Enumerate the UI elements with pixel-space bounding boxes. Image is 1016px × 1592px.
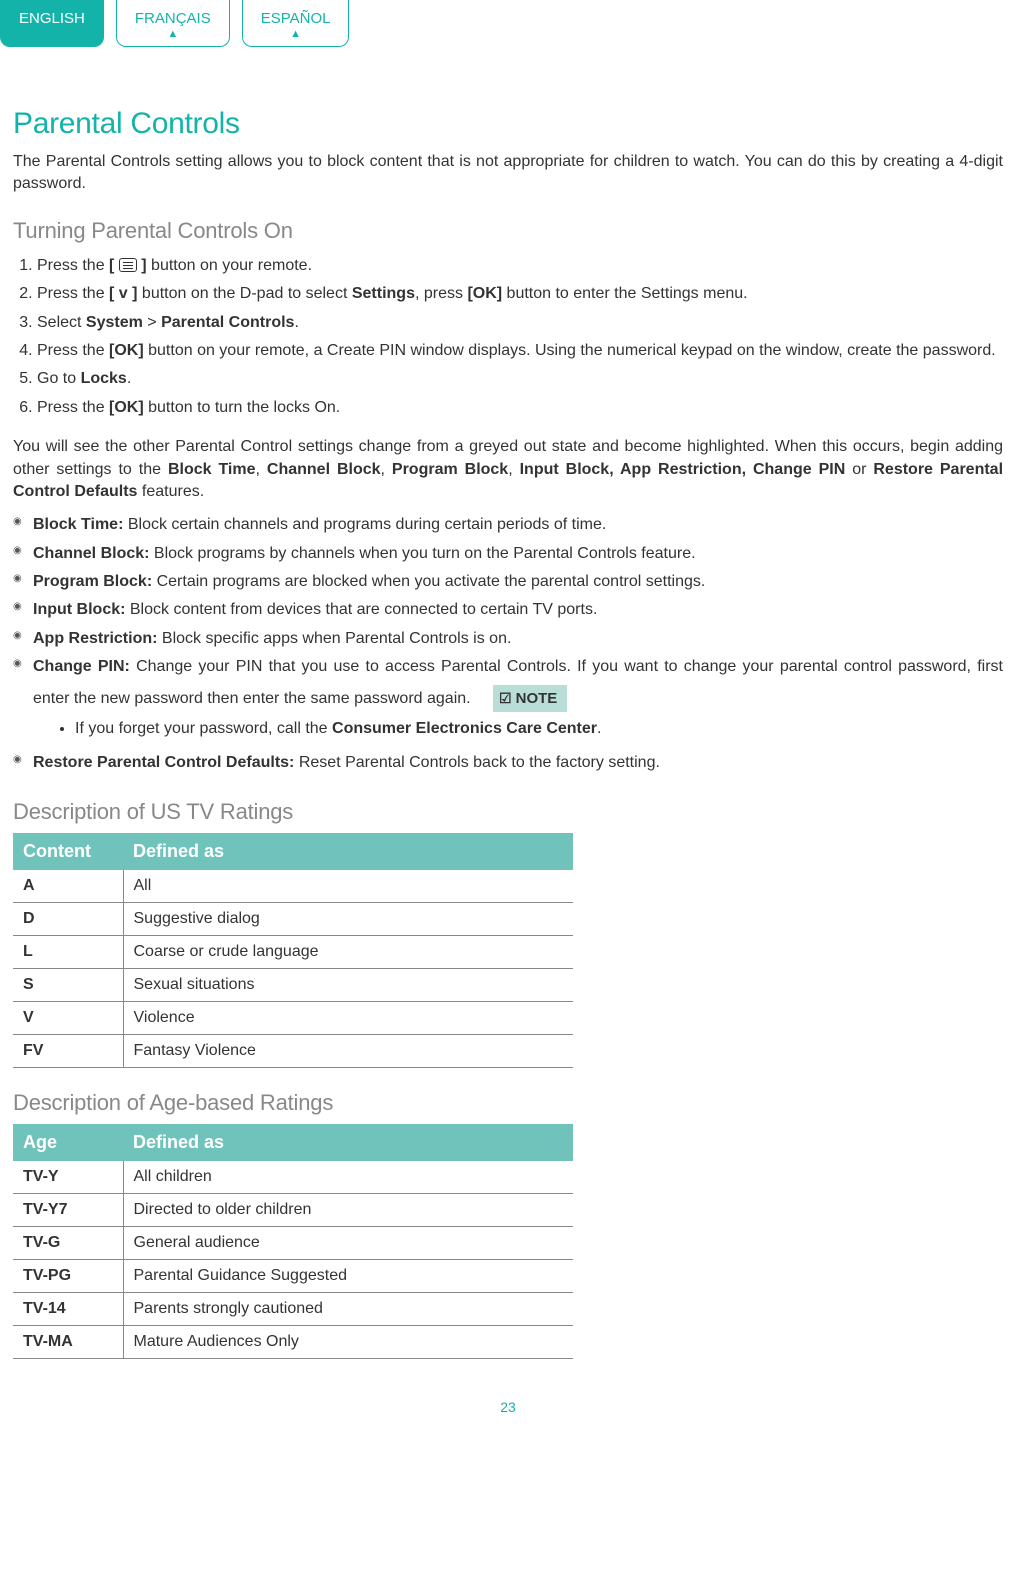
feature-app-restriction: App Restriction: Block specific apps whe… xyxy=(13,625,1003,653)
section-age-ratings: Description of Age-based Ratings xyxy=(13,1090,1003,1116)
page-number: 23 xyxy=(13,1399,1003,1415)
feature-program-block: Program Block: Certain programs are bloc… xyxy=(13,568,1003,596)
th-defined: Defined as xyxy=(123,1124,573,1161)
dropdown-arrow-icon: ▲ xyxy=(135,29,211,40)
tab-label: ENGLISH xyxy=(19,10,85,27)
table-row: DSuggestive dialog xyxy=(13,903,573,936)
tab-espanol[interactable]: ESPAÑOL ▲ xyxy=(242,0,350,47)
table-row: LCoarse or crude language xyxy=(13,936,573,969)
step-5: Go to Locks. xyxy=(37,365,1003,393)
page-content: Parental Controls The Parental Controls … xyxy=(0,47,1016,1455)
steps-list: Press the [ ] button on your remote. Pre… xyxy=(13,252,1003,422)
dropdown-arrow-icon: ▲ xyxy=(261,29,331,40)
age-ratings-table: Age Defined as TV-YAll children TV-Y7Dir… xyxy=(13,1124,573,1359)
language-tabs: ENGLISH ▲ FRANÇAIS ▲ ESPAÑOL ▲ xyxy=(0,0,1016,47)
step-4: Press the [OK] button on your remote, a … xyxy=(37,337,1003,365)
after-steps-text: You will see the other Parental Control … xyxy=(13,436,1003,503)
step-1: Press the [ ] button on your remote. xyxy=(37,252,1003,280)
tab-english[interactable]: ENGLISH ▲ xyxy=(0,0,104,47)
section-turning-on: Turning Parental Controls On xyxy=(13,218,1003,244)
feature-list: Block Time: Block certain channels and p… xyxy=(13,511,1003,777)
table-row: TV-14Parents strongly cautioned xyxy=(13,1293,573,1326)
th-content: Content xyxy=(13,833,123,870)
note-item: If you forget your password, call the Co… xyxy=(75,716,1003,742)
table-row: FVFantasy Violence xyxy=(13,1035,573,1068)
section-us-ratings: Description of US TV Ratings xyxy=(13,799,1003,825)
note-box: ☑NOTE xyxy=(493,685,567,712)
feature-restore-defaults: Restore Parental Control Defaults: Reset… xyxy=(13,749,1003,777)
feature-channel-block: Channel Block: Block programs by channel… xyxy=(13,540,1003,568)
table-row: VViolence xyxy=(13,1002,573,1035)
th-age: Age xyxy=(13,1124,123,1161)
note-list: If you forget your password, call the Co… xyxy=(33,716,1003,742)
table-row: TV-GGeneral audience xyxy=(13,1227,573,1260)
feature-input-block: Input Block: Block content from devices … xyxy=(13,596,1003,624)
us-ratings-table: Content Defined as AAll DSuggestive dial… xyxy=(13,833,573,1068)
step-6: Press the [OK] button to turn the locks … xyxy=(37,394,1003,422)
table-row: SSexual situations xyxy=(13,969,573,1002)
feature-block-time: Block Time: Block certain channels and p… xyxy=(13,511,1003,539)
tab-label: ESPAÑOL xyxy=(261,10,331,27)
step-2: Press the [ v ] button on the D-pad to s… xyxy=(37,280,1003,308)
th-defined: Defined as xyxy=(123,833,573,870)
note-check-icon: ☑ xyxy=(499,690,512,706)
step-3: Select System > Parental Controls. xyxy=(37,309,1003,337)
tab-label: FRANÇAIS xyxy=(135,10,211,27)
note-label: NOTE xyxy=(516,690,558,707)
tab-francais[interactable]: FRANÇAIS ▲ xyxy=(116,0,230,47)
table-row: TV-MAMature Audiences Only xyxy=(13,1326,573,1359)
table-row: AAll xyxy=(13,870,573,903)
menu-button-icon xyxy=(119,258,137,272)
table-row: TV-YAll children xyxy=(13,1161,573,1194)
page-title: Parental Controls xyxy=(13,107,1003,141)
intro-text: The Parental Controls setting allows you… xyxy=(13,151,1003,196)
table-row: TV-Y7Directed to older children xyxy=(13,1194,573,1227)
table-row: TV-PGParental Guidance Suggested xyxy=(13,1260,573,1293)
feature-change-pin: Change PIN: Change your PIN that you use… xyxy=(13,653,1003,749)
